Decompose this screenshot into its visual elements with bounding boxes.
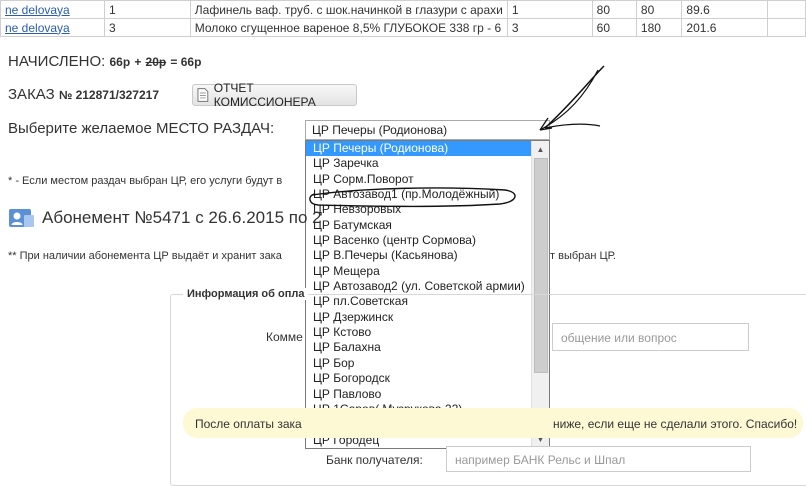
place-option[interactable]: ЦР Невзоровых bbox=[306, 202, 549, 217]
orders-table: ne delovaya 1 Лафинель ваф. труб. с шок.… bbox=[0, 0, 806, 37]
cell: 89.6 bbox=[681, 0, 768, 19]
bank-input[interactable]: например БАНК Рельс и Шпал bbox=[446, 446, 751, 472]
subscription-icon bbox=[9, 209, 34, 227]
table-row: ne delovaya 3 Молоко сгущенное вареное 8… bbox=[0, 18, 806, 37]
cell: 201.6 bbox=[681, 18, 768, 37]
cell: 3 bbox=[506, 18, 593, 37]
place-option[interactable]: ЦР Автозавод2 (ул. Советской армии) bbox=[306, 279, 549, 294]
order-number: № 212871/327217 bbox=[58, 88, 160, 102]
commissioner-report-button[interactable]: ОТЧЕТ КОМИССИОНЕРА bbox=[192, 81, 357, 109]
notice-text-left: После оплаты зака bbox=[195, 417, 302, 431]
place-option[interactable]: ЦР Автозавод1 (пр.Молодёжный) bbox=[306, 187, 549, 202]
place-option[interactable]: ЦР Мещера bbox=[306, 264, 549, 279]
product-cell: Молоко сгущенное вареное 8,5% ГЛУБОКОЕ 3… bbox=[189, 18, 508, 37]
cell: 180 bbox=[635, 18, 683, 37]
note-subscription-tail: т выбран ЦР. bbox=[550, 250, 616, 262]
bank-label: Банк получателя: bbox=[326, 453, 423, 467]
charged-line: НАЧИСЛЕНО: 66р + 20р = 66р bbox=[8, 53, 201, 70]
subscription-title: Абонемент №5471 с 26.6.2015 по 2 bbox=[42, 208, 322, 227]
comment-input[interactable]: общение или вопрос bbox=[552, 323, 749, 351]
user-link[interactable]: ne delovaya bbox=[5, 21, 70, 35]
cell bbox=[766, 0, 806, 19]
comment-label: Комме bbox=[266, 330, 303, 344]
payment-notice: После оплаты зака ниже, если еще не сдел… bbox=[183, 408, 803, 438]
charged-label: НАЧИСЛЕНО: bbox=[8, 53, 106, 70]
place-option[interactable]: ЦР Васенко (центр Сормова) bbox=[306, 233, 549, 248]
order-label: ЗАКАЗ bbox=[8, 86, 55, 103]
arrow-stroke bbox=[544, 65, 605, 129]
report-button-label: ОТЧЕТ КОМИССИОНЕРА bbox=[213, 81, 316, 109]
charged-struck: 20р bbox=[145, 55, 167, 69]
notice-text-right: ниже, если еще не сделали этого. Спасибо… bbox=[553, 417, 798, 431]
qty-cell: 3 bbox=[104, 18, 191, 37]
cell: 80 bbox=[635, 0, 683, 19]
note-central-point: * - Если местом раздач выбран ЦР, его ус… bbox=[8, 175, 283, 187]
charged-value: 66р bbox=[109, 55, 131, 69]
charged-total: = 66р bbox=[170, 55, 202, 69]
cell: 80 bbox=[591, 0, 637, 19]
place-option[interactable]: ЦР Батумская bbox=[306, 218, 549, 233]
place-option[interactable]: ЦР Печеры (Родионова) bbox=[306, 141, 549, 157]
payment-info-legend: Информация об опла bbox=[183, 288, 309, 300]
cell: 1 bbox=[506, 0, 593, 19]
qty-cell: 1 bbox=[104, 0, 191, 19]
user-link[interactable]: ne delovaya bbox=[5, 3, 70, 17]
place-option[interactable]: ЦР В.Печеры (Касьянова) bbox=[306, 248, 549, 263]
note-subscription: ** При наличии абонемента ЦР выдаёт и хр… bbox=[8, 250, 282, 262]
table-row: ne delovaya 1 Лафинель ваф. труб. с шок.… bbox=[0, 0, 806, 19]
cell bbox=[766, 18, 806, 37]
place-option[interactable]: ЦР Заречка bbox=[306, 156, 549, 171]
scroll-up-icon[interactable]: ▲ bbox=[532, 141, 549, 158]
document-icon bbox=[197, 88, 209, 102]
place-label: Выберите желаемое МЕСТО РАЗДАЧ: bbox=[8, 120, 275, 137]
order-line: ЗАКАЗ № 212871/327217 bbox=[8, 86, 159, 103]
cell: 60 bbox=[591, 18, 637, 37]
place-select[interactable]: ЦР Печеры (Родионова) bbox=[305, 120, 550, 140]
place-option[interactable]: ЦР Сорм.Поворот bbox=[306, 172, 549, 187]
charged-plus: + bbox=[134, 55, 142, 69]
product-cell: Лафинель ваф. труб. с шок.начинкой в гла… bbox=[189, 0, 508, 19]
